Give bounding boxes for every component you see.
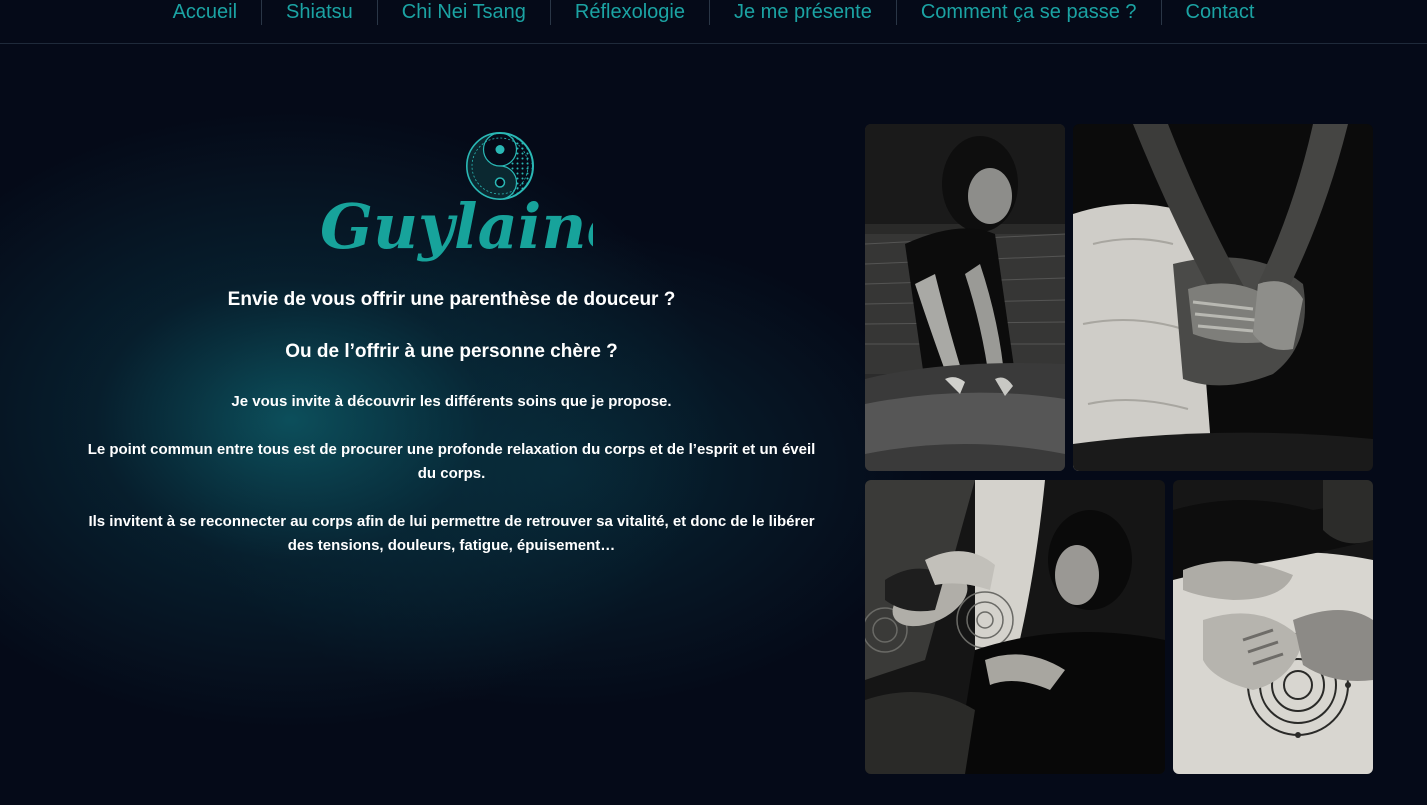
intro-heading-1: Envie de vous offrir une parenthèse de d…: [227, 289, 676, 310]
head-massage-photo: [865, 480, 1165, 774]
yin-yang-mandala-icon: Guylaine: [320, 132, 593, 263]
foot-massage-photo: [1173, 480, 1373, 774]
nav-item-shiatsu[interactable]: Shiatsu: [261, 0, 377, 25]
intro-paragraph-2: Le point commun entre tous est de procur…: [87, 441, 816, 482]
intro-paragraph-3: Ils invitent à se reconnecter au corps a…: [88, 513, 815, 554]
nav-item-comment-ca-se-passe[interactable]: Comment ça se passe ?: [895, 0, 1161, 25]
logo-text: Guylaine: [320, 190, 593, 263]
intro-paragraph-1: Je vous invite à découvrir les différent…: [231, 393, 672, 410]
nav-item-je-me-presente[interactable]: Je me présente: [708, 0, 896, 25]
hands-on-back-photo: [1073, 124, 1373, 471]
nav-item-chi-nei-tsang[interactable]: Chi Nei Tsang: [376, 0, 550, 25]
practitioner-massaging-back-photo: [865, 124, 1065, 471]
page: Accueil Shiatsu Chi Nei Tsang Réflexolog…: [0, 0, 1427, 805]
nav-item-accueil[interactable]: Accueil: [149, 0, 261, 25]
main-nav: Accueil Shiatsu Chi Nei Tsang Réflexolog…: [0, 0, 1427, 44]
intro-heading-2: Ou de l’offrir à une personne chère ?: [285, 341, 618, 362]
nav-item-contact[interactable]: Contact: [1160, 0, 1279, 25]
site-logo[interactable]: Guylaine: [318, 130, 593, 265]
nav-item-reflexologie[interactable]: Réflexologie: [549, 0, 709, 25]
